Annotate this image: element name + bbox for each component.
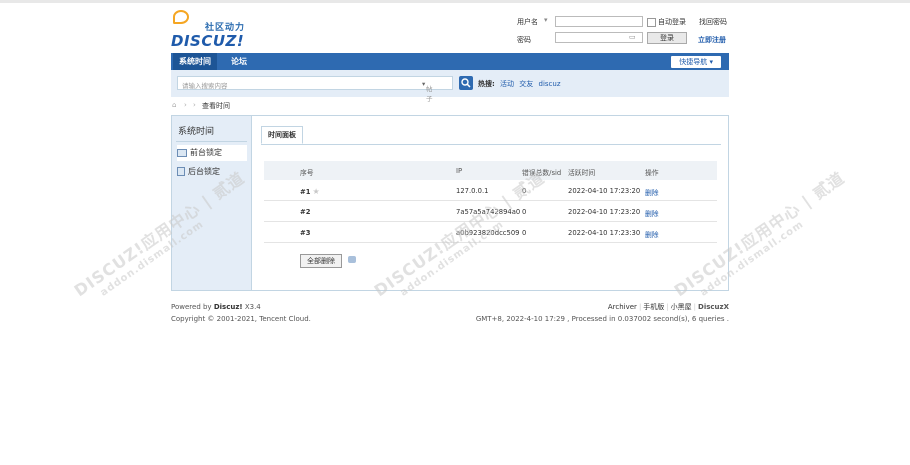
sidebar-item-backend-lock[interactable]: 后台锁定 [177, 164, 247, 180]
column-header: 操作 [645, 169, 659, 177]
chat-bubble-icon[interactable] [348, 256, 356, 263]
search-placeholder: 请输入搜索内容 [182, 82, 228, 90]
footer-stats: GMT+8, 2022-4-10 17:29 , Processed in 0.… [475, 315, 729, 323]
sidebar-item-label: 前台锁定 [190, 148, 222, 157]
tab-time-panel[interactable]: 时间面板 [261, 126, 303, 144]
hot-word[interactable]: 交友 [519, 80, 533, 88]
delete-link[interactable]: 删除 [645, 208, 659, 218]
column-header: 错误总数/sid [522, 169, 562, 177]
auto-login-checkbox[interactable] [647, 18, 656, 27]
sidebar-title: 系统时间 [178, 127, 215, 137]
nav-item-forum[interactable]: 论坛 [225, 53, 253, 70]
table-row: #1 ★ 127.0.0.1 0 2022-04-10 17:23:20 删除 [264, 180, 717, 201]
breadcrumb-current: 查看时间 [202, 102, 230, 110]
logo-bubble-icon [173, 10, 189, 24]
row-time: 2022-04-10 17:23:20 [568, 208, 641, 216]
site-logo[interactable]: 社区动力 DISCUZ! [171, 10, 251, 50]
row-ip: 7a57a5a742894a0 [456, 208, 521, 216]
footer-links: Archiver | 手机版 | 小黑屋 | DiscuzX [607, 303, 729, 311]
footer-left: Powered by Discuz! X3.4 Copyright © 2001… [171, 301, 311, 325]
home-icon[interactable]: ⌂ [172, 101, 176, 109]
table-header: 序号 IP 错误总数/sid 活跃时间 操作 [264, 161, 717, 180]
sidebar-item-label: 后台锁定 [188, 167, 220, 176]
delete-all-button[interactable]: 全部删除 [300, 254, 342, 268]
chevron-down-icon: ▾ [709, 58, 713, 66]
footer-link-archiver[interactable]: Archiver [608, 303, 637, 311]
footer-brand-link[interactable]: DiscuzX [698, 303, 729, 311]
table-row: #3 a0b923820dcc509 0 2022-04-10 17:23:30… [264, 222, 717, 243]
table-row: #2 7a57a5a742894a0 0 2022-04-10 17:23:20… [264, 201, 717, 222]
username-dropdown-icon[interactable]: ▾ [544, 16, 548, 24]
register-link[interactable]: 立即注册 [698, 35, 726, 45]
row-time: 2022-04-10 17:23:30 [568, 229, 641, 237]
tab-bar: 时间面板 [261, 126, 721, 145]
footer-link-blacklist[interactable]: 小黑屋 [671, 303, 692, 311]
main-panel: 系统时间 前台锁定 后台锁定 时间面板 序号 IP 错误总数/sid 活跃时间 … [171, 115, 729, 291]
row-count: 0 [522, 208, 527, 216]
breadcrumb-separator-icon: › [193, 101, 196, 109]
search-bar: 请输入搜索内容 帖子 ▾ 热搜: 活动 交友 discuz [171, 70, 729, 103]
row-number: #3 [300, 229, 311, 237]
row-count: 0 [522, 229, 527, 237]
username-label: 用户名 [517, 18, 538, 26]
hot-search: 热搜: 活动 交友 discuz [478, 79, 561, 89]
password-label: 密码 [517, 36, 531, 44]
forgot-password-link[interactable]: 找回密码 [699, 17, 727, 27]
keyboard-icon[interactable]: ▭ [629, 33, 636, 41]
username-input[interactable] [555, 16, 643, 27]
powered-by: Powered by Discuz! X3.4 [171, 303, 261, 311]
hot-word[interactable]: discuz [539, 80, 561, 88]
auto-login-label: 自动登录 [658, 18, 686, 26]
row-ip: a0b923820dcc509 [456, 229, 520, 237]
search-scope-select[interactable]: 帖子 ▾ [422, 80, 433, 103]
delete-link[interactable]: 删除 [645, 187, 659, 197]
row-number: #2 [300, 208, 311, 216]
copyright: Copyright © 2001-2021, Tencent Cloud. [171, 315, 311, 323]
star-icon[interactable]: ★ [312, 187, 319, 196]
search-input[interactable]: 请输入搜索内容 帖子 ▾ [177, 76, 453, 103]
nav-item-system-time[interactable]: 系统时间 [173, 53, 217, 70]
login-button[interactable]: 登录 [647, 32, 687, 44]
search-icon [461, 78, 471, 88]
column-header: 活跃时间 [568, 169, 596, 177]
footer-link-mobile[interactable]: 手机版 [643, 303, 664, 311]
breadcrumb-separator-icon: › [184, 101, 187, 109]
sidebar-item-frontend-lock[interactable]: 前台锁定 [177, 145, 247, 161]
document-icon [177, 167, 185, 176]
row-time: 2022-04-10 17:23:20 [568, 187, 641, 195]
row-ip: 127.0.0.1 [456, 187, 489, 195]
main-nav: 系统时间 论坛 快捷导航 ▾ [171, 53, 729, 70]
column-header: 序号 [300, 169, 314, 177]
logo-brand: DISCUZ! [171, 32, 245, 50]
top-border [0, 0, 910, 3]
powered-brand-link[interactable]: Discuz! [214, 303, 243, 311]
hot-word[interactable]: 活动 [500, 80, 514, 88]
delete-link[interactable]: 删除 [645, 229, 659, 239]
row-count: 0 [522, 187, 527, 195]
hot-search-label: 热搜: [478, 80, 495, 88]
footer-right: Archiver | 手机版 | 小黑屋 | DiscuzX GMT+8, 2022-4-1… [476, 301, 729, 325]
column-header: IP [456, 167, 463, 175]
login-form: 用户名 ▾ 自动登录 找回密码 密码 ▭ 登录 立即注册 [517, 14, 729, 48]
sidebar: 系统时间 前台锁定 后台锁定 [172, 116, 252, 290]
search-button[interactable] [459, 76, 473, 90]
sidebar-divider [176, 141, 247, 142]
quick-nav-label: 快捷导航 [679, 58, 708, 66]
row-number: #1 ★ [300, 187, 320, 196]
mail-icon [177, 148, 187, 157]
breadcrumb: ⌂ › › 查看时间 [171, 100, 729, 112]
quick-nav-button[interactable]: 快捷导航 ▾ [671, 56, 721, 68]
